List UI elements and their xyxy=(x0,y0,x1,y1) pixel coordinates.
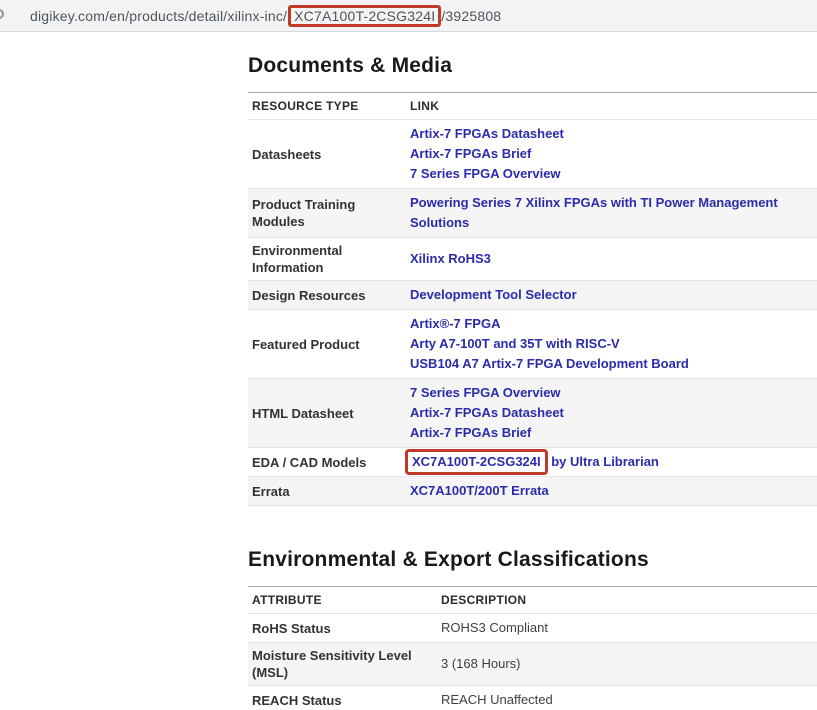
document-link[interactable]: Artix-7 FPGAs Datasheet xyxy=(410,124,813,144)
column-header-description: DESCRIPTION xyxy=(437,587,530,613)
document-link[interactable]: XC7A100T/200T Errata xyxy=(410,481,813,501)
resource-type-label: Environmental Information xyxy=(248,238,406,280)
table-row: Moisture Sensitivity Level (MSL)3 (168 H… xyxy=(248,643,817,686)
document-link[interactable]: Xilinx RoHS3 xyxy=(410,249,813,269)
table-row: ErrataXC7A100T/200T Errata xyxy=(248,477,817,506)
link-cell: Development Tool Selector xyxy=(406,281,817,309)
documents-media-table: RESOURCE TYPE LINK DatasheetsArtix-7 FPG… xyxy=(248,92,817,506)
url-prefix: digikey.com/en/products/detail/xilinx-in… xyxy=(30,8,287,24)
document-link[interactable]: XC7A100T-2CSG324I by Ultra Librarian xyxy=(410,452,813,472)
url-suffix: /3925808 xyxy=(441,8,501,24)
environmental-export-table-header: ATTRIBUTE DESCRIPTION xyxy=(248,587,817,614)
table-row: EDA / CAD ModelsXC7A100T-2CSG324I by Ult… xyxy=(248,448,817,477)
page-content: Documents & Media RESOURCE TYPE LINK Dat… xyxy=(248,54,817,710)
link-cell: XC7A100T/200T Errata xyxy=(406,477,817,505)
attribute-value: 3 (168 Hours) xyxy=(437,650,524,678)
attribute-label: RoHS Status xyxy=(248,616,437,641)
link-cell: Powering Series 7 Xilinx FPGAs with TI P… xyxy=(406,189,817,237)
table-row: DatasheetsArtix-7 FPGAs DatasheetArtix-7… xyxy=(248,120,817,189)
url-part-number-highlight-box: XC7A100T-2CSG324I xyxy=(288,5,441,27)
table-row: Design ResourcesDevelopment Tool Selecto… xyxy=(248,281,817,310)
link-cell: XC7A100T-2CSG324I by Ultra Librarian xyxy=(406,448,817,476)
table-row: Featured ProductArtix®-7 FPGAArty A7-100… xyxy=(248,310,817,379)
link-cell: Artix®-7 FPGAArty A7-100T and 35T with R… xyxy=(406,310,817,378)
documents-media-table-header: RESOURCE TYPE LINK xyxy=(248,93,817,120)
environmental-export-table: ATTRIBUTE DESCRIPTION RoHS StatusROHS3 C… xyxy=(248,586,817,710)
attribute-label: Moisture Sensitivity Level (MSL) xyxy=(248,643,437,685)
resource-type-label: Product Training Modules xyxy=(248,192,406,234)
column-header-attribute: ATTRIBUTE xyxy=(248,587,437,613)
document-link[interactable]: Artix®-7 FPGA xyxy=(410,314,813,334)
browser-address-bar[interactable]: digikey.com/en/products/detail/xilinx-in… xyxy=(0,0,817,32)
column-header-resource-type: RESOURCE TYPE xyxy=(248,93,406,119)
attribute-value: REACH Unaffected xyxy=(437,686,557,710)
attribute-label: REACH Status xyxy=(248,688,437,710)
resource-type-label: HTML Datasheet xyxy=(248,401,406,426)
table-row: HTML Datasheet7 Series FPGA OverviewArti… xyxy=(248,379,817,448)
document-link[interactable]: Artix-7 FPGAs Brief xyxy=(410,423,813,443)
document-link[interactable]: Artix-7 FPGAs Brief xyxy=(410,144,813,164)
part-number-highlight-box: XC7A100T-2CSG324I xyxy=(405,449,548,475)
link-cell: Artix-7 FPGAs DatasheetArtix-7 FPGAs Bri… xyxy=(406,120,817,188)
document-link[interactable]: Development Tool Selector xyxy=(410,285,813,305)
document-link[interactable]: USB104 A7 Artix-7 FPGA Development Board xyxy=(410,354,813,374)
environmental-export-title: Environmental & Export Classifications xyxy=(248,548,817,572)
table-row: Environmental InformationXilinx RoHS3 xyxy=(248,238,817,281)
document-link[interactable]: 7 Series FPGA Overview xyxy=(410,383,813,403)
document-link[interactable]: Arty A7-100T and 35T with RISC-V xyxy=(410,334,813,354)
url-text: digikey.com/en/products/detail/xilinx-in… xyxy=(30,5,501,27)
table-row: Product Training ModulesPowering Series … xyxy=(248,189,817,238)
link-cell: 7 Series FPGA OverviewArtix-7 FPGAs Data… xyxy=(406,379,817,447)
document-link[interactable]: Powering Series 7 Xilinx FPGAs with TI P… xyxy=(410,193,813,233)
resource-type-label: Design Resources xyxy=(248,283,406,308)
resource-type-label: EDA / CAD Models xyxy=(248,450,406,475)
site-info-icon[interactable] xyxy=(0,9,4,19)
table-row: REACH StatusREACH Unaffected xyxy=(248,686,817,710)
resource-type-label: Featured Product xyxy=(248,332,406,357)
link-cell: Xilinx RoHS3 xyxy=(406,245,817,273)
column-header-link: LINK xyxy=(406,93,443,119)
documents-media-title: Documents & Media xyxy=(248,54,817,78)
document-link[interactable]: Artix-7 FPGAs Datasheet xyxy=(410,403,813,423)
document-link[interactable]: 7 Series FPGA Overview xyxy=(410,164,813,184)
table-row: RoHS StatusROHS3 Compliant xyxy=(248,614,817,643)
attribute-value: ROHS3 Compliant xyxy=(437,614,552,642)
resource-type-label: Datasheets xyxy=(248,142,406,167)
link-text: by Ultra Librarian xyxy=(548,454,659,469)
resource-type-label: Errata xyxy=(248,479,406,504)
